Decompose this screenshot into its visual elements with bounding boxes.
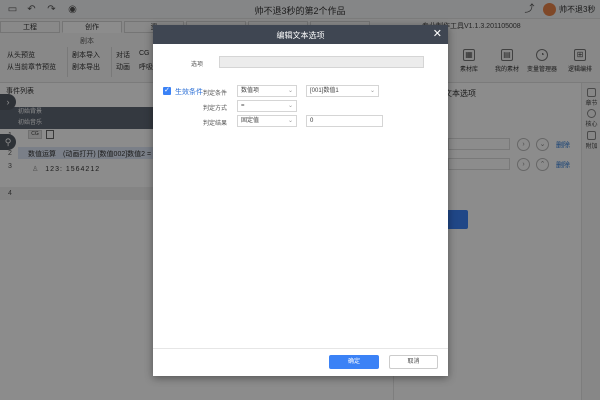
dialog-title: 编辑文本选项	[276, 31, 325, 40]
divider	[153, 348, 448, 349]
edit-text-option-dialog: 编辑文本选项 ✕ 选项 ✓ 生效条件 判定条件 数值项 ⌄ [001]数值1 ⌄ 判…	[153, 25, 448, 376]
method-label: 判定方式	[203, 106, 228, 112]
result-value-input[interactable]: 0	[306, 115, 383, 127]
option-label: 选项	[191, 62, 204, 68]
dialog-header: 编辑文本选项 ✕	[153, 25, 448, 44]
chevron-down-icon: ⌄	[369, 88, 375, 94]
condition-label: 判定条件	[203, 91, 228, 97]
cancel-button[interactable]: 取消	[389, 355, 438, 369]
result-type-select[interactable]: 固定值 ⌄	[237, 115, 297, 127]
chevron-down-icon: ⌄	[287, 118, 293, 124]
chevron-down-icon: ⌄	[287, 88, 293, 94]
result-label: 判定结果	[203, 121, 228, 127]
option-input[interactable]	[219, 56, 424, 68]
ok-button[interactable]: 确定	[329, 355, 379, 369]
condition-checkbox-label[interactable]: 生效条件	[175, 87, 203, 97]
chevron-down-icon: ⌄	[287, 103, 293, 109]
condition-variable-select[interactable]: [001]数值1 ⌄	[306, 85, 379, 97]
condition-type-select[interactable]: 数值项 ⌄	[237, 85, 297, 97]
close-icon[interactable]: ✕	[433, 28, 442, 40]
condition-checkbox[interactable]: ✓	[163, 87, 171, 95]
method-select[interactable]: = ⌄	[237, 100, 297, 112]
